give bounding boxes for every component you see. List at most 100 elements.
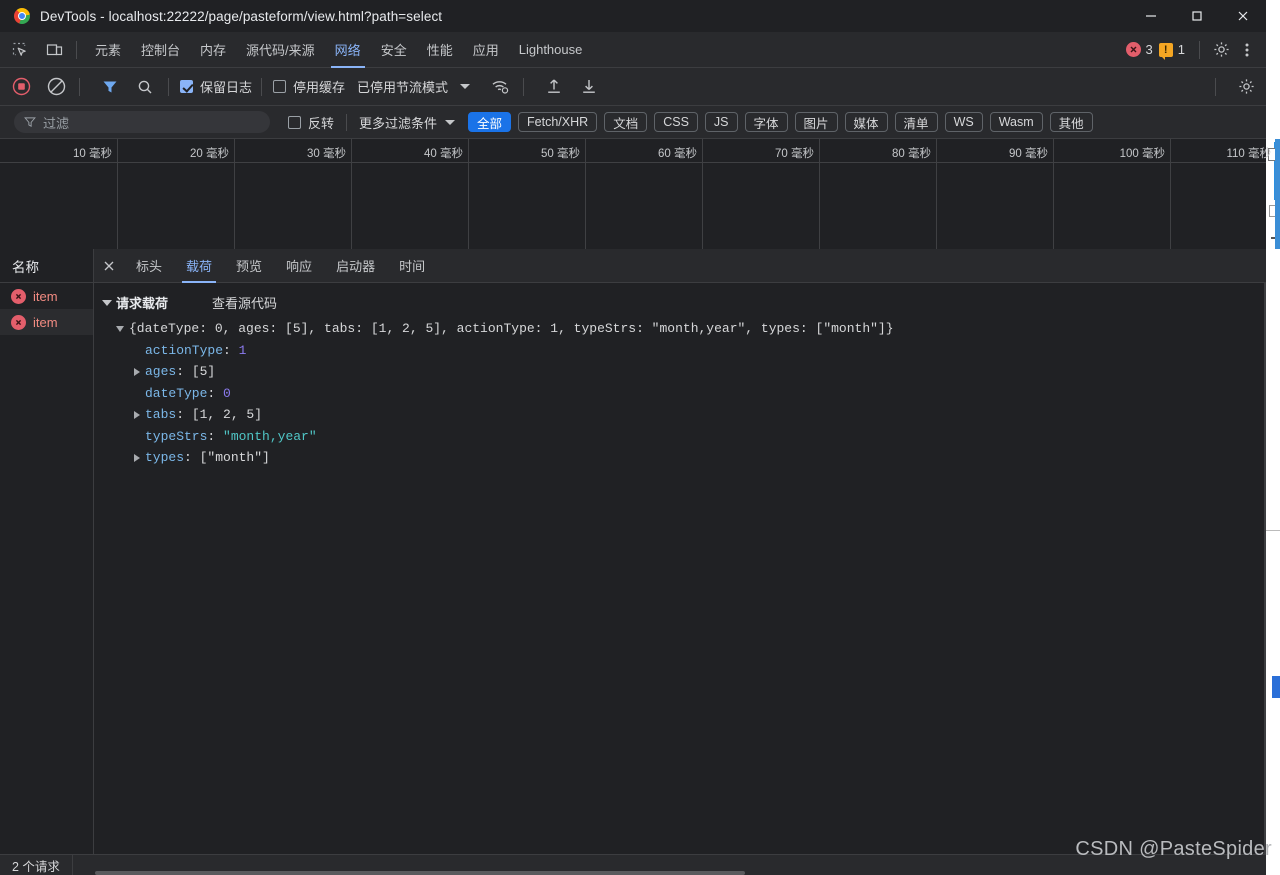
- ruler-tick-label: 50 毫秒: [541, 148, 580, 160]
- disable-cache-checkbox[interactable]: 停用缓存: [273, 77, 345, 96]
- chip-font[interactable]: 字体: [744, 112, 788, 132]
- ruler-tick-label: 110 毫秒: [1226, 148, 1271, 160]
- chip-label: CSS: [663, 115, 689, 129]
- more-vertical-icon[interactable]: [1234, 37, 1260, 63]
- tab-initiator[interactable]: 启动器: [324, 249, 387, 283]
- chip-label: Fetch/XHR: [527, 115, 589, 129]
- payload-summary-row[interactable]: {dateType: 0, ages: [5], tabs: [1, 2, 5]…: [116, 318, 1265, 340]
- chevron-right-icon[interactable]: [134, 453, 140, 462]
- chip-css[interactable]: CSS: [654, 112, 698, 132]
- network-overview-timeline[interactable]: 10 毫秒 20 毫秒 30 毫秒 40 毫秒 50 毫秒 60 毫秒 70 毫…: [0, 139, 1271, 249]
- request-payload-section-header[interactable]: 请求载荷 查看源代码: [94, 283, 1265, 318]
- wifi-settings-icon[interactable]: [486, 73, 514, 101]
- request-payload-title: 请求载荷: [116, 296, 169, 311]
- minimize-button[interactable]: [1128, 0, 1174, 32]
- chevron-right-icon[interactable]: [134, 410, 140, 419]
- payload-summary-text: {dateType: 0, ages: [5], tabs: [1, 2, 5]…: [129, 321, 894, 336]
- chip-doc[interactable]: 文档: [604, 112, 648, 132]
- chip-manifest[interactable]: 清单: [894, 112, 938, 132]
- tab-security[interactable]: 安全: [371, 32, 417, 68]
- import-har-icon[interactable]: [540, 73, 568, 101]
- tab-headers[interactable]: 标头: [124, 249, 174, 283]
- request-list-header: 名称: [0, 249, 93, 283]
- tab-console[interactable]: 控制台: [131, 32, 190, 68]
- close-icon[interactable]: [94, 249, 124, 283]
- status-divider: [71, 854, 73, 875]
- csdn-watermark: CSDN @PasteSpider: [1075, 838, 1272, 860]
- toolbar-divider: [1215, 77, 1216, 96]
- chip-img[interactable]: 图片: [794, 112, 838, 132]
- chevron-down-icon[interactable]: [116, 326, 124, 332]
- chip-label: JS: [713, 115, 729, 129]
- warning-triangle-icon: !: [1158, 42, 1173, 60]
- record-stop-icon[interactable]: [7, 73, 35, 101]
- ruler-tick-label: 10 毫秒: [73, 148, 112, 160]
- clear-prohibited-icon[interactable]: [42, 73, 70, 101]
- tab-elements[interactable]: 元素: [85, 32, 131, 68]
- close-button[interactable]: [1220, 0, 1266, 32]
- tab-application[interactable]: 应用: [463, 32, 509, 68]
- tab-response[interactable]: 响应: [274, 249, 324, 283]
- toolbar-divider: [1199, 40, 1200, 59]
- payload-key: actionType: [145, 342, 224, 358]
- request-list-item[interactable]: item: [0, 309, 93, 335]
- warning-count: 1: [1177, 42, 1185, 57]
- ruler-tick-label: 30 毫秒: [307, 148, 346, 160]
- tab-lighthouse[interactable]: Lighthouse: [509, 32, 593, 68]
- payload-entry-row[interactable]: ages: [5]: [116, 361, 1265, 383]
- chip-label: 图片: [803, 116, 829, 131]
- underlying-page-sliver: [1266, 0, 1280, 875]
- request-name: item: [33, 288, 58, 304]
- toolbar-divider: [76, 40, 77, 59]
- horizontal-scrollbar[interactable]: [95, 871, 745, 875]
- request-list-item[interactable]: item: [0, 283, 93, 309]
- tab-network[interactable]: 网络: [325, 32, 371, 68]
- search-icon[interactable]: [131, 73, 159, 101]
- error-badge[interactable]: 3: [1125, 42, 1153, 57]
- filter-input[interactable]: 过滤: [14, 111, 270, 133]
- gear-icon[interactable]: [1232, 73, 1260, 101]
- gear-icon[interactable]: [1208, 37, 1234, 63]
- toolbar-divider: [261, 77, 263, 96]
- tab-memory[interactable]: 内存: [190, 32, 236, 68]
- preserve-log-checkbox[interactable]: 保留日志: [180, 77, 252, 96]
- network-toolbar-right: [1206, 73, 1266, 101]
- chip-ws[interactable]: WS: [944, 112, 983, 132]
- chip-all[interactable]: 全部: [468, 112, 512, 132]
- toolbar-divider: [168, 77, 169, 96]
- ruler-tick-label: 70 毫秒: [775, 148, 814, 160]
- devtools-tab-strip-right: 3 ! 1: [1125, 37, 1266, 63]
- more-filters-button[interactable]: 更多过滤条件: [359, 113, 456, 132]
- warning-badge[interactable]: ! 1: [1158, 42, 1185, 60]
- export-har-icon[interactable]: [575, 73, 603, 101]
- chip-fetch-xhr[interactable]: Fetch/XHR: [518, 112, 598, 132]
- chevron-down-icon: [102, 299, 112, 306]
- tab-label: 源代码/来源: [246, 43, 315, 58]
- device-toolbar-icon[interactable]: [40, 37, 68, 63]
- chip-media[interactable]: 媒体: [844, 112, 888, 132]
- inspect-element-icon[interactable]: [6, 37, 34, 63]
- tab-payload[interactable]: 载荷: [174, 249, 224, 283]
- payload-value: [5]: [191, 364, 216, 379]
- tab-performance[interactable]: 性能: [417, 32, 463, 68]
- throttling-select-value[interactable]: 已停用节流模式: [357, 77, 448, 96]
- chevron-right-icon[interactable]: [134, 367, 140, 376]
- chip-other[interactable]: 其他: [1049, 112, 1093, 132]
- filter-funnel-icon[interactable]: [96, 73, 124, 101]
- tab-sources[interactable]: 源代码/来源: [236, 32, 325, 68]
- payload-value: "month,year": [223, 428, 317, 444]
- chevron-down-icon[interactable]: [460, 84, 471, 89]
- chip-js[interactable]: JS: [704, 112, 738, 132]
- payload-entry-row[interactable]: types: ["month"]: [116, 447, 1265, 469]
- view-source-link[interactable]: 查看源代码: [212, 293, 277, 312]
- payload-entry-row[interactable]: tabs: [1, 2, 5]: [116, 404, 1265, 426]
- payload-key: tabs: [145, 407, 177, 422]
- maximize-button[interactable]: [1174, 0, 1220, 32]
- ruler-tick-label: 90 毫秒: [1009, 148, 1048, 160]
- invert-checkbox[interactable]: 反转: [288, 113, 334, 132]
- tab-timing[interactable]: 时间: [387, 249, 437, 283]
- chip-wasm[interactable]: Wasm: [989, 112, 1043, 132]
- ruler-tick-label: 60 毫秒: [658, 148, 697, 160]
- tab-preview[interactable]: 预览: [224, 249, 274, 283]
- tab-label: 安全: [380, 43, 407, 58]
